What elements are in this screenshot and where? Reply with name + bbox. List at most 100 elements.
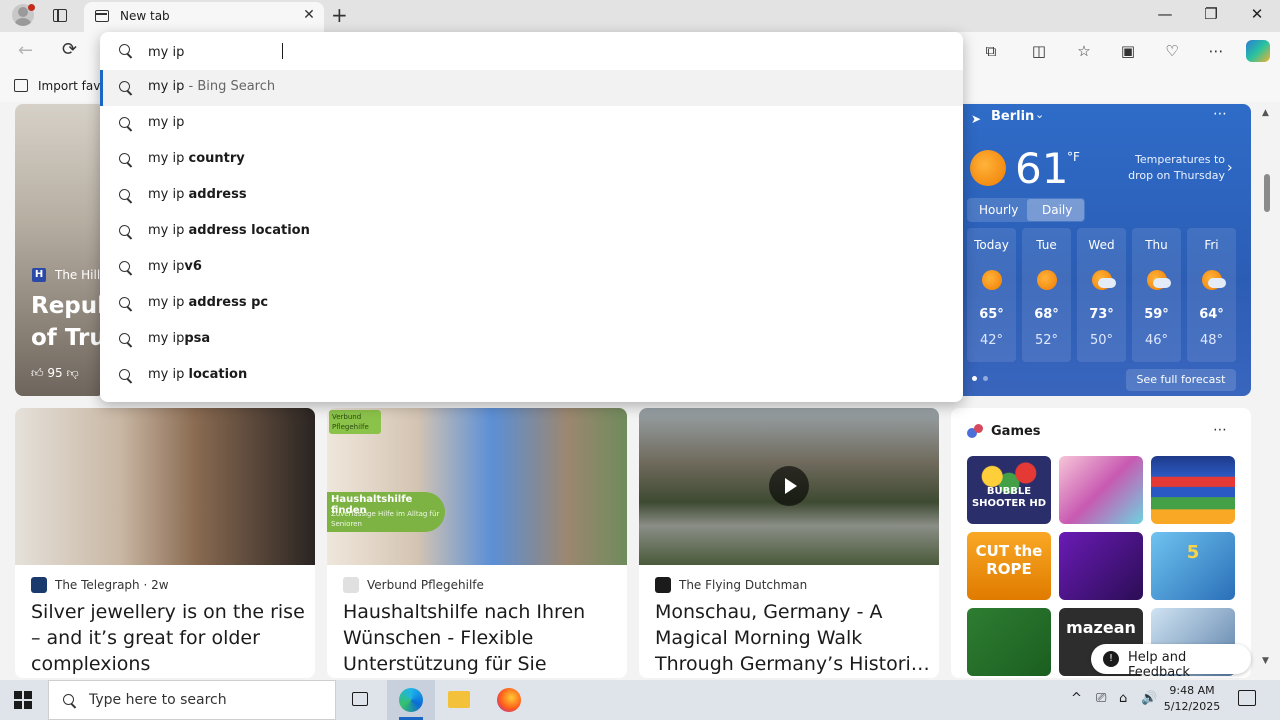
close-window-button[interactable]: ✕ [1237,5,1277,23]
taskbar-clock[interactable]: 9:48 AM 5/12/2025 [1162,683,1222,715]
search-suggestion[interactable]: my ipv6 [100,250,963,286]
favorites-icon[interactable]: ☆ [1075,42,1093,60]
carousel-dot[interactable] [972,376,977,381]
show-hidden-icons-icon[interactable]: ^ [1071,691,1082,706]
game-tile-makeup[interactable] [1059,456,1143,524]
search-suggestion[interactable]: my ippsa [100,322,963,358]
game-tile-solitaire[interactable] [967,608,1051,676]
forecast-day-name: Today [974,238,1009,252]
search-icon [119,333,133,347]
suggestion-text: my ip address pc [148,295,269,310]
forecast-high: 65° [979,307,1004,322]
search-suggestion[interactable]: my ip [100,106,963,142]
scroll-down-icon[interactable]: ▼ [1262,656,1269,666]
search-suggestion[interactable]: my ip address pc [100,286,963,322]
weather-city[interactable]: Berlin [991,109,1034,124]
play-icon[interactable] [769,466,809,506]
hero-likes[interactable]: 👍︎ 95 👎︎ [31,366,79,381]
address-input[interactable] [148,42,928,62]
refresh-button[interactable]: ⟳ [62,39,77,60]
forecast-day-name: Tue [1036,238,1057,252]
card-title[interactable]: Haushaltshilfe nach Ihren Wünschen - Fle… [343,599,619,677]
more-icon[interactable]: ⋯ [1207,42,1225,60]
close-tab-button[interactable]: ✕ [300,7,318,23]
scroll-up-icon[interactable]: ▲ [1262,108,1269,118]
card-title[interactable]: Silver jewellery is on the rise – and it… [31,599,307,677]
minimize-button[interactable]: — [1145,5,1185,23]
weather-widget[interactable]: ➤ Berlin ⌄ ⋯ 61 °F Temperatures to drop … [963,104,1251,396]
forecast-high: 64° [1199,307,1224,322]
tab-daily[interactable]: Daily [1042,203,1072,217]
news-card[interactable]: The Telegraph · 2w Silver jewellery is o… [15,408,315,678]
game-tile-cut-the-rope[interactable]: CUT the ROPE [967,532,1051,600]
back-button[interactable]: ← [18,40,33,61]
restore-button[interactable]: ❐ [1191,5,1231,23]
tab-actions-icon[interactable] [53,9,67,22]
search-suggestion[interactable]: my ip address location [100,214,963,250]
carousel-dot[interactable] [983,376,988,381]
ad-subheading: Zuverlässige Hilfe im Alltag für Seniore… [331,510,440,528]
address-bar-dropdown: my ip - Bing Search my ip my ip country my … [100,32,963,402]
taskbar-search-box[interactable]: Type here to search [48,680,336,720]
network-icon[interactable]: ⌂ [1119,691,1127,706]
game-tile-bubble-shooter[interactable]: BUBBLE SHOOTER HD [967,456,1051,524]
card-source: The Flying Dutchman [679,578,808,592]
suggestion-text: my ip address [148,187,247,202]
task-view-icon[interactable] [336,680,384,720]
see-full-forecast-link[interactable]: See full forecast [1126,369,1236,391]
current-temperature: 61 [1015,144,1069,193]
help-and-feedback-button[interactable]: ! Help and Feedback [1091,644,1251,680]
clock-date: 5/12/2025 [1163,700,1221,713]
browser-essentials-icon[interactable]: ♡ [1163,42,1181,60]
new-tab-page-icon [95,10,109,22]
new-tab-button[interactable]: + [331,3,348,27]
volume-icon[interactable]: 🔊 [1141,691,1157,706]
weather-alert[interactable]: Temperatures to drop on Thursday [1113,152,1225,184]
notifications-icon[interactable] [1238,690,1256,706]
copilot-icon[interactable] [1246,40,1270,62]
windows-start-icon[interactable] [14,691,32,709]
scrollbar-thumb[interactable] [1264,174,1270,212]
device-icon[interactable]: ⎚ [1096,691,1106,706]
game-tile-fish[interactable]: 5 [1151,532,1235,600]
file-explorer-icon[interactable] [435,680,483,720]
import-favorites-link[interactable]: Import favo [38,79,108,93]
extensions-icon[interactable]: ⧉ [982,42,1000,60]
split-screen-icon[interactable]: ◫ [1030,42,1048,60]
games-more-icon[interactable]: ⋯ [1213,422,1227,438]
suggestion-text: my ip address location [148,223,310,238]
game-tile-arrow[interactable] [1059,532,1143,600]
location-arrow-icon: ➤ [971,112,982,126]
search-suggestion[interactable]: my ip country [100,142,963,178]
firefox-icon[interactable] [485,680,533,720]
chevron-down-icon[interactable]: ⌄ [1035,108,1044,121]
partly-cloudy-icon [1147,270,1171,290]
tab-new-tab[interactable]: New tab ✕ [84,2,324,32]
sponsored-card[interactable]: Verbund Pflegehilfe Haushaltshilfe finde… [327,408,627,678]
feedback-icon: ! [1103,651,1119,667]
search-suggestion[interactable]: my ip address [100,178,963,214]
game-tile-blocks[interactable] [1151,456,1235,524]
tab-title: New tab [120,9,170,23]
card-title[interactable]: Monschau, Germany - A Magical Morning Wa… [655,599,931,677]
address-bar[interactable] [100,32,963,70]
chevron-right-icon[interactable]: › [1227,160,1233,176]
search-icon [119,369,133,383]
edge-taskbar-icon[interactable] [387,680,435,720]
card-source: The Telegraph · 2w [55,578,169,592]
suggestion-text: my ip country [148,151,245,166]
games-icon [967,424,983,440]
temperature-unit[interactable]: °F [1067,150,1080,164]
the-flying-dutchman-logo-icon [655,577,671,593]
search-suggestion[interactable]: my ip - Bing Search [100,70,963,106]
collections-icon[interactable]: ▣ [1119,42,1137,60]
forecast-low: 48° [1199,333,1224,348]
tab-hourly[interactable]: Hourly [979,203,1018,217]
thumbs-down-icon[interactable]: 👎︎ [66,366,78,380]
suggestion-text: my ip - Bing Search [148,79,276,94]
hero-title[interactable]: Repub of Trur [31,290,101,354]
search-suggestion[interactable]: my ip location [100,358,963,394]
verbund-pflegehilfe-logo-icon [343,577,359,593]
video-card[interactable]: The Flying Dutchman Monschau, Germany - … [639,408,939,678]
weather-more-icon[interactable]: ⋯ [1213,106,1227,122]
